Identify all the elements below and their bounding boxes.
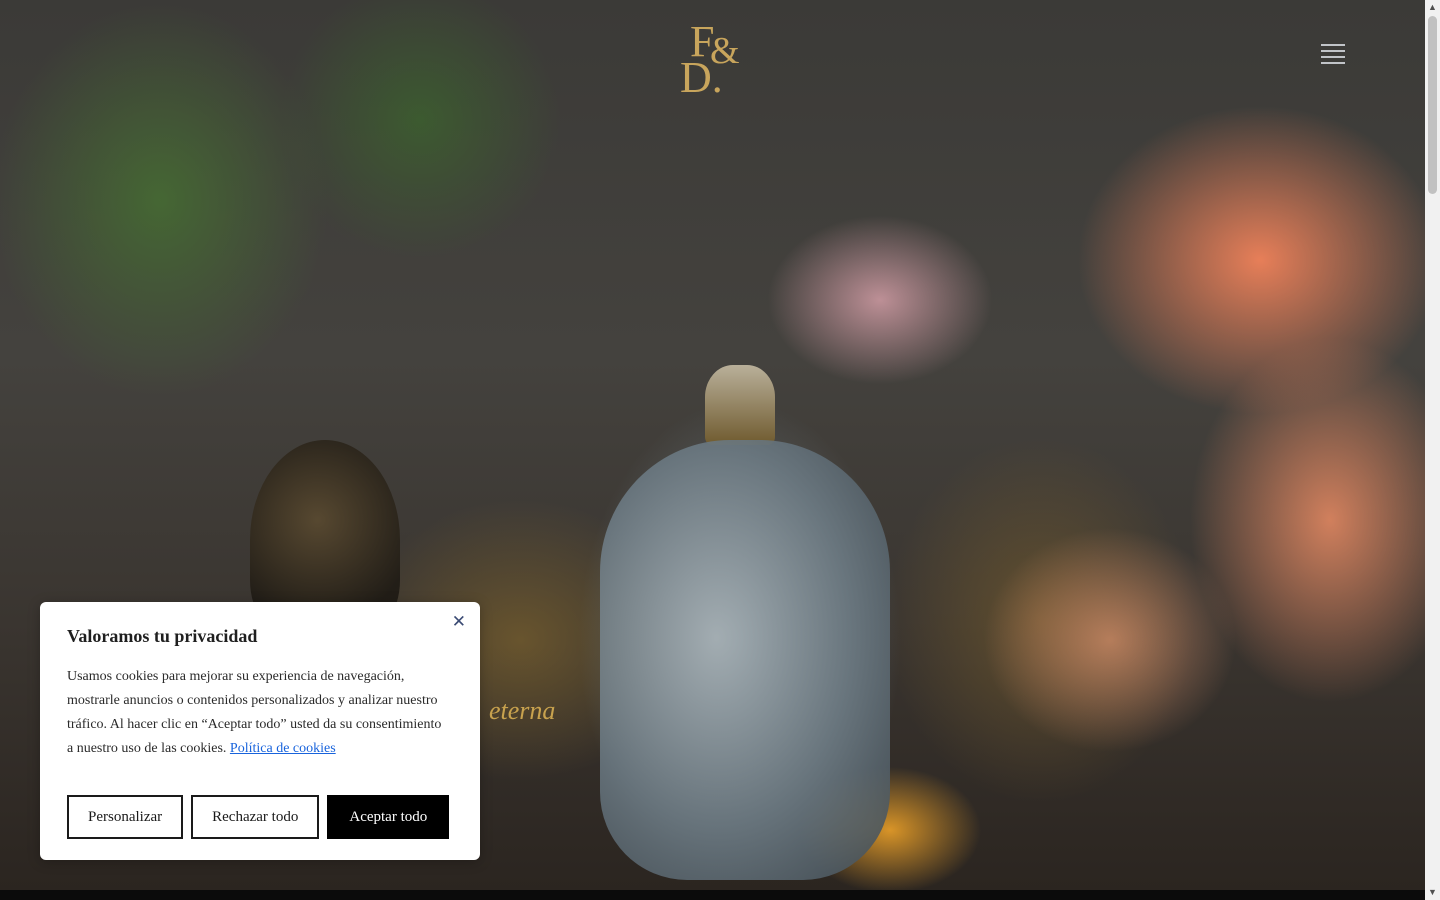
logo-letter-d: D. bbox=[680, 53, 723, 102]
cookie-description: Usamos cookies para mejorar su experienc… bbox=[67, 665, 447, 761]
ceramic-urn bbox=[600, 440, 890, 880]
reject-all-button[interactable]: Rechazar todo bbox=[191, 795, 320, 839]
page-bottom-strip bbox=[0, 890, 1425, 900]
scroll-down-arrow-icon[interactable]: ▼ bbox=[1425, 885, 1440, 900]
hamburger-menu-icon[interactable] bbox=[1321, 44, 1347, 70]
brand-logo[interactable]: F & D. bbox=[676, 20, 752, 102]
hero-headline-fragment: eterna bbox=[489, 696, 556, 725]
cookie-consent-dialog: ✕ Valoramos tu privacidad Usamos cookies… bbox=[40, 602, 480, 860]
scrollbar-thumb[interactable] bbox=[1428, 16, 1437, 194]
accept-all-button[interactable]: Aceptar todo bbox=[327, 795, 450, 839]
cookie-title: Valoramos tu privacidad bbox=[67, 626, 258, 646]
cookie-buttons: Personalizar Rechazar todo Aceptar todo bbox=[67, 795, 450, 839]
close-icon[interactable]: ✕ bbox=[452, 612, 466, 632]
scroll-up-arrow-icon[interactable]: ▲ bbox=[1425, 0, 1440, 15]
scrollbar[interactable]: ▲ ▼ bbox=[1425, 0, 1440, 900]
cookie-policy-link[interactable]: Política de cookies bbox=[230, 741, 336, 756]
urn-lid bbox=[705, 365, 775, 445]
customize-button[interactable]: Personalizar bbox=[67, 795, 184, 839]
